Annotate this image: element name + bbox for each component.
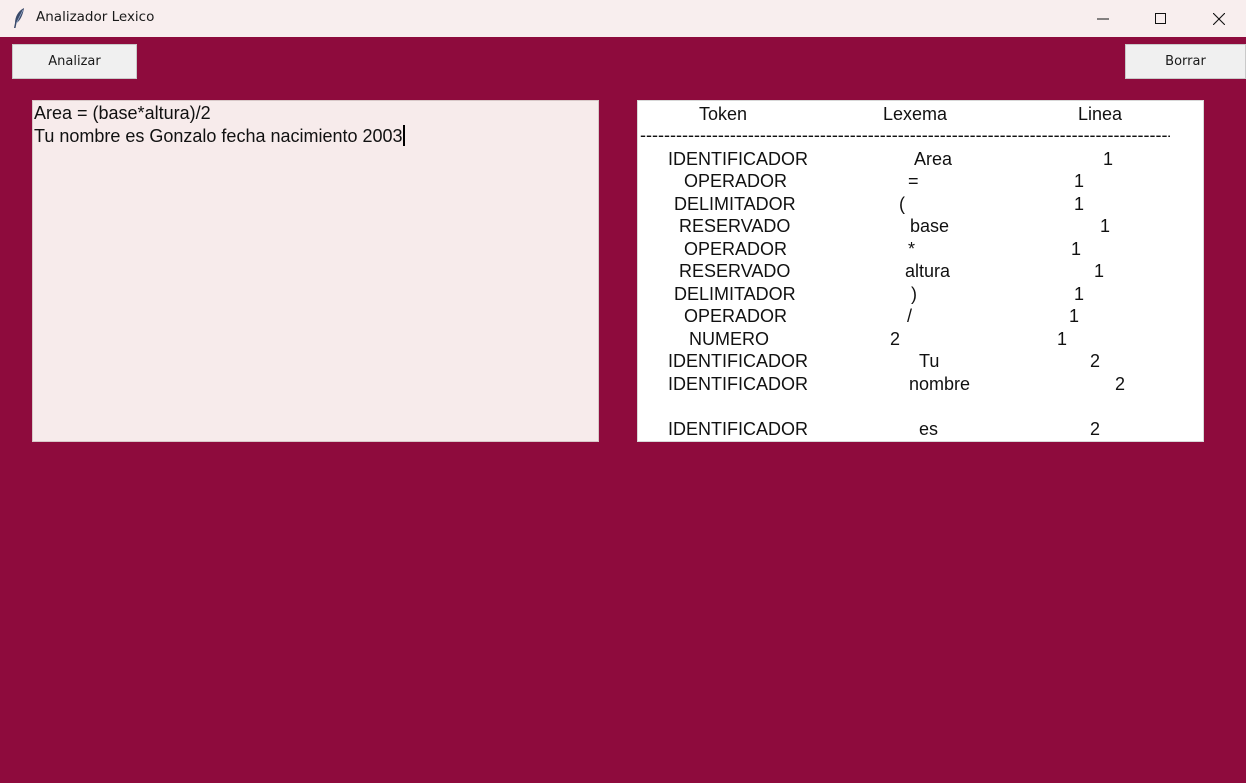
- row-token: IDENTIFICADOR: [668, 419, 809, 439]
- title-bar: Analizador Lexico: [0, 0, 1246, 37]
- maximize-button[interactable]: [1132, 0, 1190, 37]
- header-token: Token: [699, 104, 748, 124]
- row-lexema: Area: [914, 149, 953, 169]
- close-icon: [1213, 12, 1225, 25]
- row-linea: 1: [1069, 306, 1080, 326]
- row-token: DELIMITADOR: [674, 194, 796, 214]
- row-lexema: base: [910, 216, 950, 236]
- row-token: DELIMITADOR: [674, 284, 796, 304]
- analizar-button[interactable]: Analizar: [12, 44, 137, 79]
- input-line-text: Tu nombre es Gonzalo fecha nacimiento 20…: [34, 126, 403, 146]
- row-linea: 2: [1115, 374, 1126, 394]
- row-linea: 1: [1103, 149, 1114, 169]
- row-linea: 1: [1100, 216, 1111, 236]
- row-token: IDENTIFICADOR: [668, 149, 809, 169]
- header-linea: Linea: [1078, 104, 1123, 124]
- feather-icon: [12, 7, 26, 29]
- output-row: IDENTIFICADOR nombre 2: [638, 373, 1125, 395]
- row-linea: 1: [1074, 171, 1085, 191]
- window-title: Analizador Lexico: [36, 9, 155, 25]
- output-row: OPERADOR / 1: [638, 305, 1079, 327]
- header-divider: ----------------------------------------…: [640, 125, 1170, 145]
- output-row: IDENTIFICADOR es 2: [638, 418, 1100, 440]
- row-linea: 1: [1094, 261, 1105, 281]
- row-lexema: =: [908, 171, 919, 191]
- row-token: IDENTIFICADOR: [668, 374, 809, 394]
- token-output-panel[interactable]: Token Lexema Linea ---------------------…: [637, 100, 1204, 442]
- row-token: OPERADOR: [684, 239, 788, 259]
- row-lexema: altura: [905, 261, 951, 281]
- app-window: Analizador Lexico Analizar Borrar Area =…: [0, 0, 1246, 783]
- row-linea: 1: [1074, 284, 1085, 304]
- borrar-button[interactable]: Borrar: [1125, 44, 1246, 79]
- header-lexema: Lexema: [883, 104, 948, 124]
- output-row: IDENTIFICADOR Tu 2: [638, 350, 1100, 372]
- output-row: OPERADOR * 1: [638, 238, 1081, 260]
- row-lexema: es: [919, 419, 939, 439]
- source-code-input[interactable]: Area = (base*altura)/2 Tu nombre es Gonz…: [32, 100, 599, 442]
- input-line: Area = (base*altura)/2: [34, 103, 211, 123]
- row-lexema: nombre: [909, 374, 971, 394]
- row-lexema: /: [907, 306, 913, 326]
- text-caret: [402, 125, 405, 146]
- row-lexema: 2: [890, 329, 901, 349]
- row-linea: 1: [1071, 239, 1082, 259]
- output-row: RESERVADO altura 1: [638, 260, 1104, 282]
- row-linea: 1: [1074, 194, 1085, 214]
- row-token: RESERVADO: [679, 261, 791, 281]
- row-token: RESERVADO: [679, 216, 791, 236]
- output-row: IDENTIFICADOR Area 1: [638, 148, 1113, 170]
- input-line: Tu nombre es Gonzalo fecha nacimiento 20…: [34, 125, 598, 148]
- row-lexema: Tu: [919, 351, 940, 371]
- row-token: OPERADOR: [684, 306, 788, 326]
- output-row: DELIMITADOR ( 1: [638, 193, 1084, 215]
- row-linea: 1: [1057, 329, 1068, 349]
- output-row: OPERADOR = 1: [638, 170, 1084, 192]
- maximize-icon: [1155, 12, 1166, 24]
- output-row: NUMERO 2 1: [638, 328, 1067, 350]
- row-linea: 2: [1090, 351, 1101, 371]
- row-lexema: (: [899, 194, 905, 214]
- row-token: NUMERO: [689, 329, 769, 349]
- row-token: OPERADOR: [684, 171, 788, 191]
- row-token: IDENTIFICADOR: [668, 351, 809, 371]
- row-linea: 2: [1090, 419, 1101, 439]
- output-row: RESERVADO base 1: [638, 215, 1110, 237]
- minimize-button[interactable]: [1074, 0, 1132, 37]
- close-button[interactable]: [1190, 0, 1246, 37]
- output-row-empty: [638, 395, 668, 417]
- minimize-icon: [1097, 18, 1109, 19]
- output-row: DELIMITADOR ) 1: [638, 283, 1084, 305]
- output-header-row: Token Lexema Linea: [638, 103, 1122, 125]
- row-lexema: ): [911, 284, 917, 304]
- row-lexema: *: [908, 239, 916, 259]
